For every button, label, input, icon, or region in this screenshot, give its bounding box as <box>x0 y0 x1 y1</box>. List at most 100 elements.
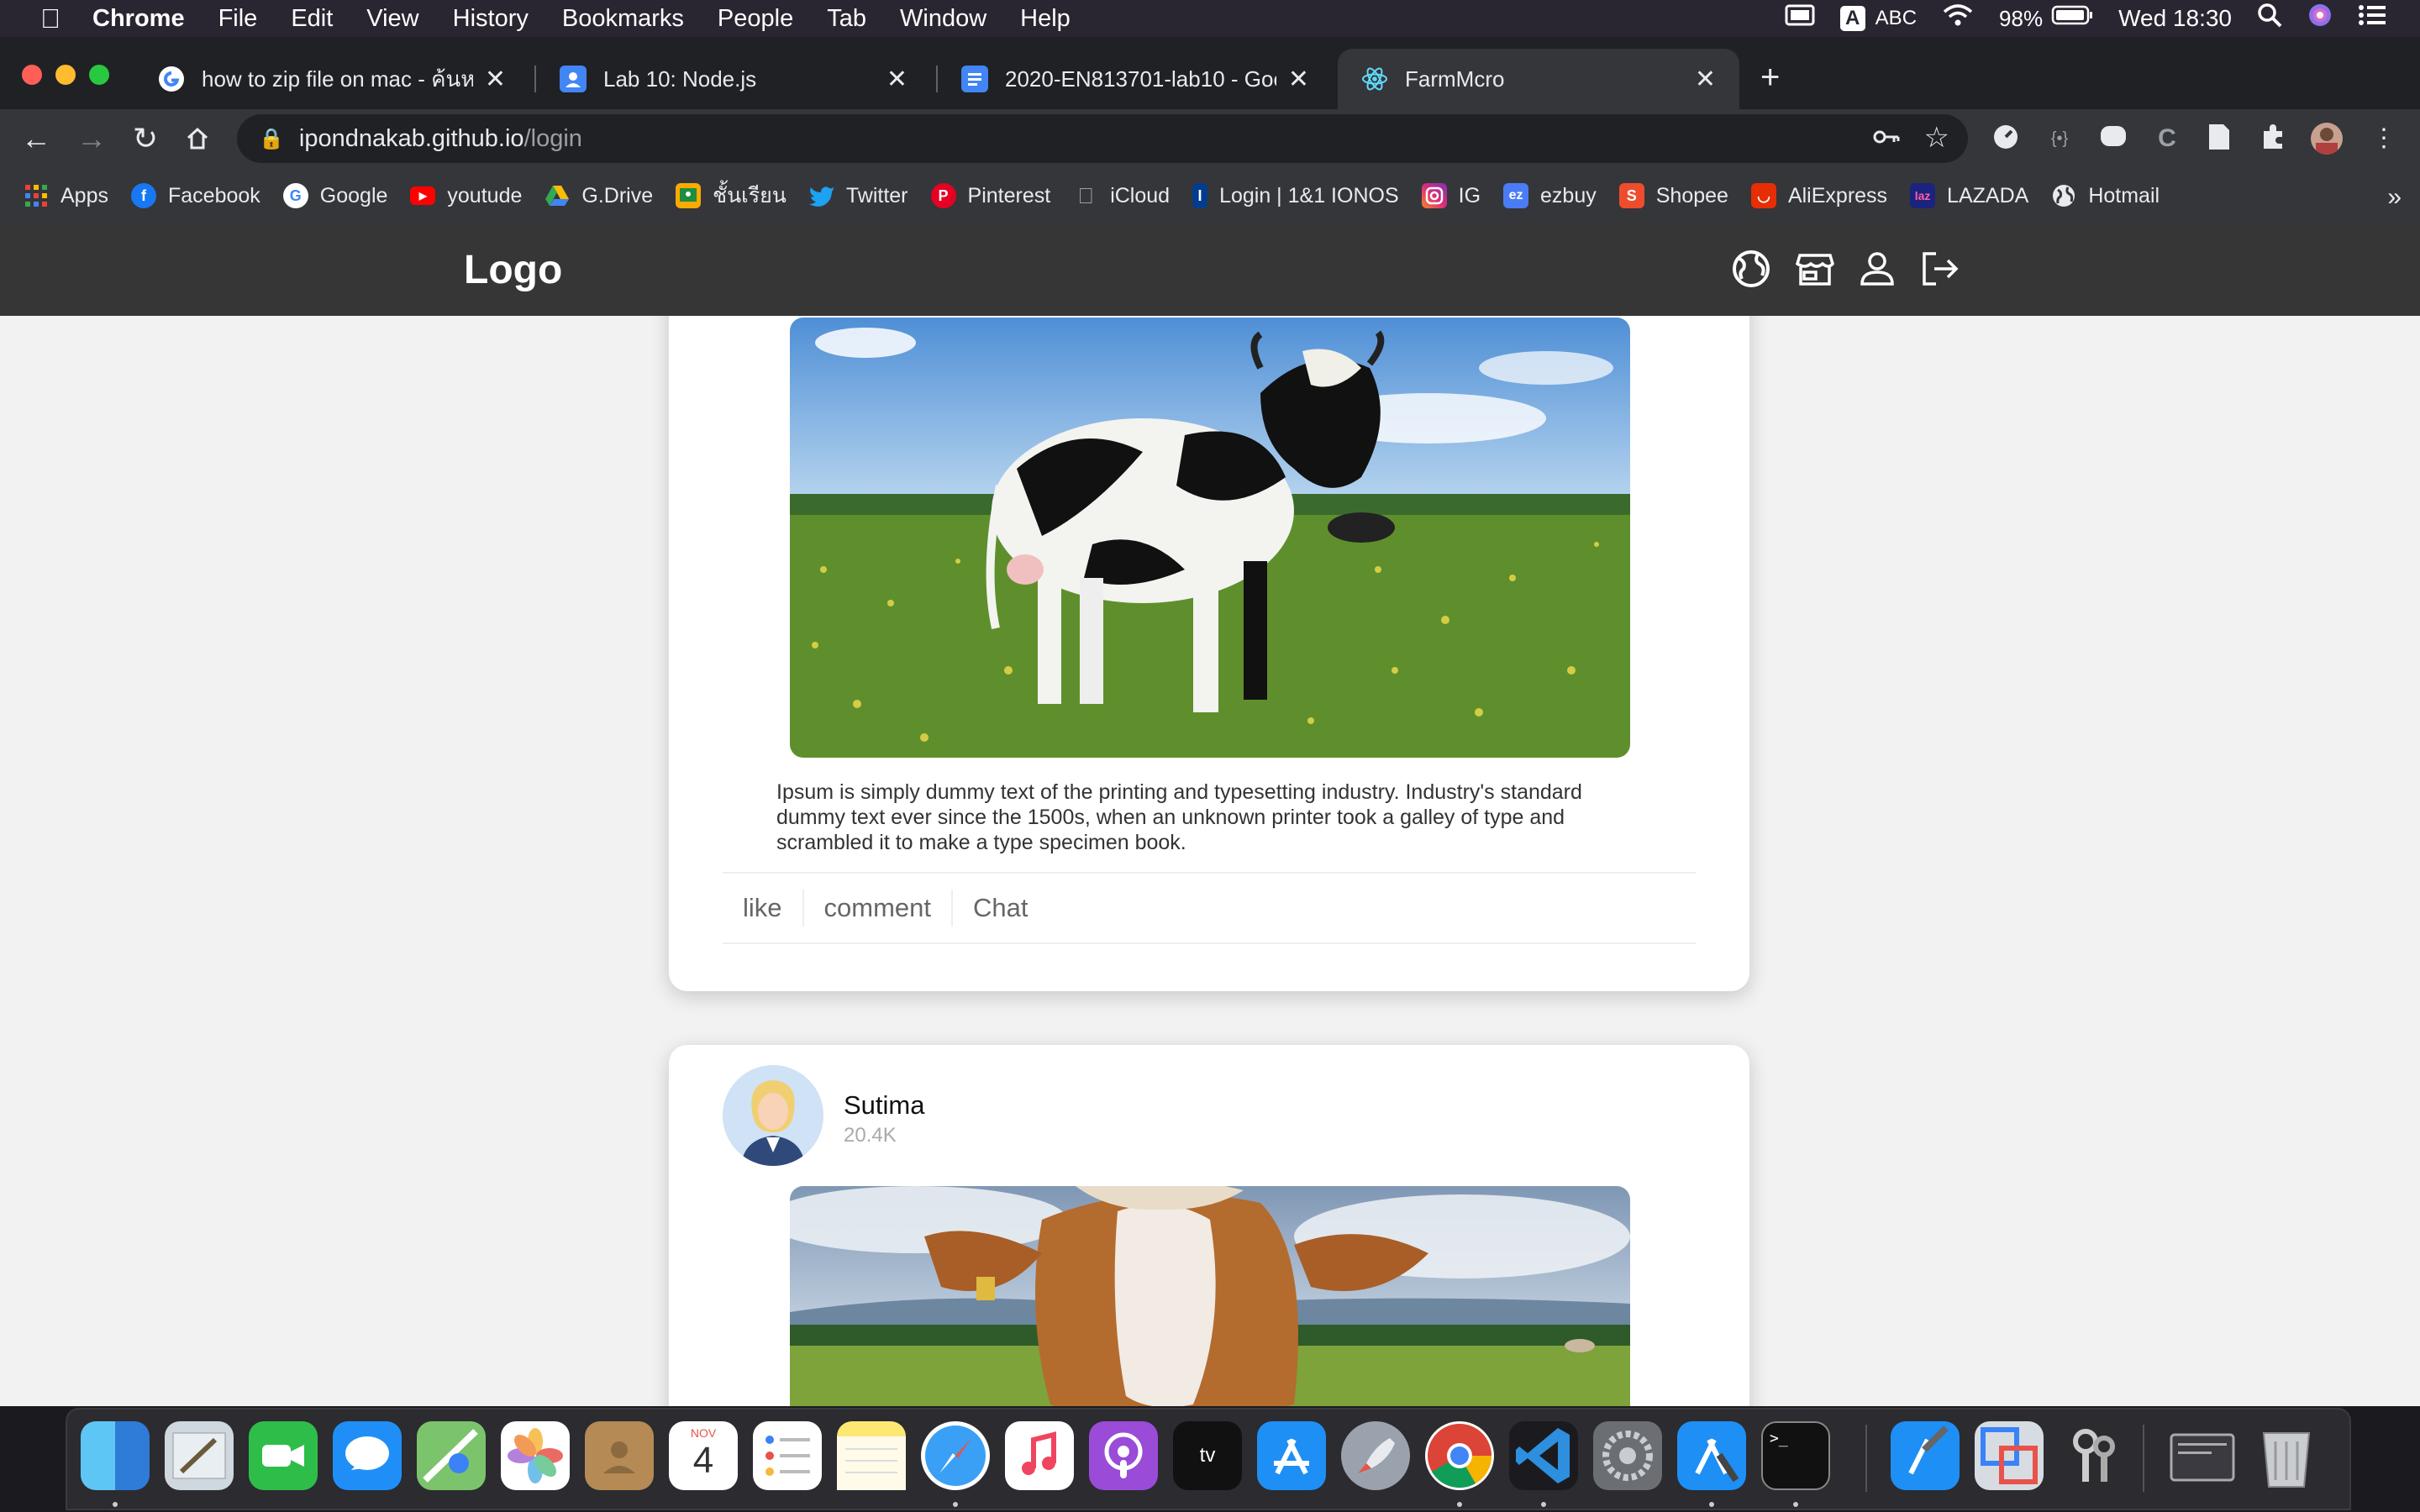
reload-button[interactable]: ↻ <box>126 119 165 158</box>
close-tab-icon[interactable]: ✕ <box>1695 65 1716 94</box>
minimize-window-button[interactable] <box>55 65 76 85</box>
forward-button[interactable]: → <box>72 119 111 158</box>
chrome-icon[interactable] <box>1425 1421 1494 1490</box>
store-icon[interactable] <box>1793 247 1837 291</box>
keychain-icon[interactable] <box>2059 1421 2128 1490</box>
like-button[interactable]: like <box>723 890 804 927</box>
address-bar[interactable]: 🔒 ipondnakab.github.io /login ☆ <box>237 114 1968 163</box>
calendar-icon[interactable]: NOV 4 <box>669 1421 738 1490</box>
maps-icon[interactable] <box>417 1421 486 1490</box>
bookmark-apps[interactable]: Apps <box>24 183 108 208</box>
close-tab-icon[interactable]: ✕ <box>1288 65 1309 94</box>
notification-center-icon[interactable] <box>2358 3 2386 34</box>
bookmark-facebook[interactable]: f Facebook <box>130 183 260 208</box>
podcasts-icon[interactable] <box>1089 1421 1158 1490</box>
input-source-icon[interactable]: A <box>1839 6 1865 31</box>
avatar[interactable] <box>723 1065 823 1166</box>
zoom-window-button[interactable] <box>89 65 109 85</box>
close-window-button[interactable] <box>22 65 42 85</box>
code-extension-icon[interactable]: {•} <box>2044 123 2075 155</box>
close-tab-icon[interactable]: ✕ <box>886 65 908 94</box>
trash-icon[interactable] <box>2252 1421 2321 1490</box>
bookmark-pinterest[interactable]: P Pinterest <box>930 183 1050 208</box>
facetime-icon[interactable] <box>249 1421 318 1490</box>
app-store-icon[interactable] <box>1257 1421 1326 1490</box>
home-button[interactable] <box>178 119 217 158</box>
bookmark-star-icon[interactable]: ☆ <box>1924 121 1949 155</box>
xcode-icon[interactable] <box>1677 1421 1746 1490</box>
messages-icon[interactable] <box>333 1421 402 1490</box>
bookmark-classroom[interactable]: ชั้นเรียน <box>676 179 786 213</box>
key-icon[interactable] <box>1872 123 1901 158</box>
document-extension-icon[interactable] <box>2203 123 2235 155</box>
contacts-icon[interactable] <box>585 1421 654 1490</box>
vscode-icon[interactable] <box>1509 1421 1578 1490</box>
bookmark-shopee[interactable]: S Shopee <box>1618 183 1728 208</box>
reminders-icon[interactable] <box>753 1421 822 1490</box>
screenshots-folder-icon[interactable] <box>2168 1421 2237 1490</box>
wifi-icon[interactable] <box>1942 3 1974 34</box>
menu-tab[interactable]: Tab <box>827 5 866 33</box>
tab-google-docs[interactable]: 2020-EN813701-lab10 - Google Docs ✕ <box>938 49 1333 109</box>
c-extension-icon[interactable]: C <box>2151 123 2183 155</box>
post-image-brown-cow[interactable] <box>790 1186 1630 1406</box>
clock[interactable]: Wed 18:30 <box>2118 5 2232 32</box>
chat-button[interactable]: Chat <box>953 890 1048 927</box>
input-source-label[interactable]: ABC <box>1876 7 1917 30</box>
lock-icon[interactable]: 🔒 <box>259 127 284 151</box>
user-icon[interactable] <box>1855 247 1899 291</box>
launchpad-icon[interactable] <box>1341 1421 1410 1490</box>
bookmark-gdrive[interactable]: G.Drive <box>544 183 653 208</box>
bookmark-hotmail[interactable]: Hotmail <box>2051 183 2160 208</box>
extensions-puzzle-icon[interactable] <box>2257 123 2289 155</box>
post-image-holstein-cow[interactable] <box>790 318 1630 758</box>
menu-history[interactable]: History <box>453 5 529 33</box>
line-extension-icon[interactable] <box>2097 123 2129 155</box>
bookmark-lazada[interactable]: laz LAZADA <box>1910 183 2028 208</box>
battery-percent[interactable]: 98% <box>1999 6 2043 32</box>
bookmark-youtube[interactable]: ▶ youtude <box>410 184 522 208</box>
battery-icon[interactable] <box>2051 4 2093 33</box>
logout-icon[interactable] <box>1918 247 1961 291</box>
profile-avatar[interactable] <box>2311 123 2343 155</box>
instruments-icon[interactable] <box>1891 1421 1960 1490</box>
speedometer-extension-icon[interactable] <box>1990 123 2022 155</box>
menu-file[interactable]: File <box>218 5 258 33</box>
photos-icon[interactable] <box>501 1421 570 1490</box>
bookmark-instagram[interactable]: IG <box>1421 183 1481 208</box>
apple-menu-icon[interactable]:  <box>34 3 67 34</box>
menu-window[interactable]: Window <box>900 5 986 33</box>
chrome-menu-icon[interactable]: ⋮ <box>2368 123 2400 155</box>
tab-lab10-nodejs[interactable]: Lab 10: Node.js ✕ <box>536 49 931 109</box>
parallels-icon[interactable] <box>1975 1421 2044 1490</box>
system-preferences-icon[interactable] <box>1593 1421 1662 1490</box>
post-author-name[interactable]: Sutima <box>844 1090 924 1121</box>
menu-view[interactable]: View <box>366 5 418 33</box>
menu-bookmarks[interactable]: Bookmarks <box>562 5 684 33</box>
menu-app-name[interactable]: Chrome <box>92 5 185 33</box>
site-logo[interactable]: Logo <box>464 247 562 293</box>
menu-edit[interactable]: Edit <box>291 5 333 33</box>
bookmarks-overflow-icon[interactable]: » <box>2387 183 2402 212</box>
new-tab-button[interactable]: + <box>1760 60 1780 94</box>
comment-button[interactable]: comment <box>804 890 953 927</box>
menu-people[interactable]: People <box>718 5 793 33</box>
bookmark-ezbuy[interactable]: ez ezbuy <box>1503 183 1597 208</box>
tab-farmmcro[interactable]: FarmMcro ✕ <box>1338 49 1739 109</box>
bookmark-icloud[interactable]:  iCloud <box>1073 183 1170 208</box>
display-icon[interactable] <box>1785 3 1815 34</box>
spotlight-search-icon[interactable] <box>2257 3 2282 34</box>
bookmark-google[interactable]: G Google <box>282 183 387 208</box>
back-button[interactable]: ← <box>17 119 55 158</box>
safari-icon[interactable] <box>921 1421 990 1490</box>
tab-google-search[interactable]: how to zip file on mac - ค้นหาด้วย Googl… <box>134 49 529 109</box>
bookmark-ionos[interactable]: I Login | 1&1 IONOS <box>1192 183 1399 208</box>
bookmark-aliexpress[interactable]: ◡ AliExpress <box>1750 183 1887 208</box>
music-icon[interactable] <box>1005 1421 1074 1490</box>
close-tab-icon[interactable]: ✕ <box>485 65 506 94</box>
menu-help[interactable]: Help <box>1020 5 1071 33</box>
bookmark-twitter[interactable]: Twitter <box>808 183 908 208</box>
notes-icon[interactable] <box>837 1421 906 1490</box>
terminal-icon[interactable]: >_ <box>1761 1421 1830 1490</box>
mail-icon[interactable] <box>165 1421 234 1490</box>
